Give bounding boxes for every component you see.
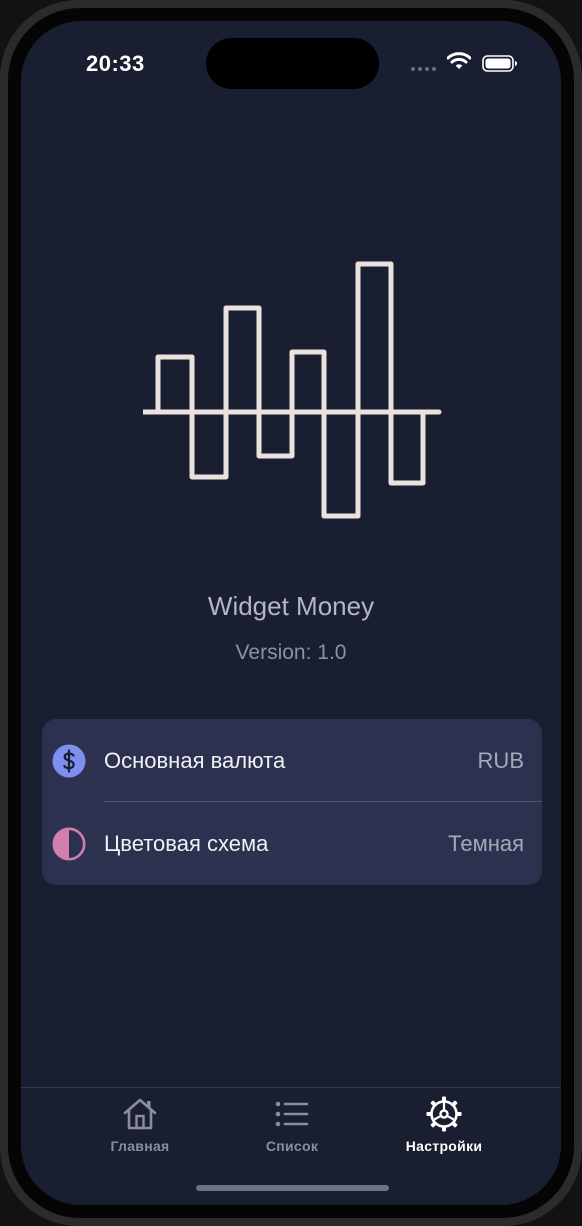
app-name: Widget Money (207, 591, 375, 621)
app-version: Version: 1.0 (235, 641, 347, 664)
settings-row-color-scheme[interactable]: Цветовая схема Темная (42, 802, 542, 885)
settings-row-currency[interactable]: Основная валюта RUB (42, 719, 542, 802)
wifi-icon (447, 52, 471, 69)
tab-list-label: Список (265, 1138, 319, 1154)
bar-wave-logo-icon (143, 261, 442, 519)
half-circle-contrast-icon (52, 827, 86, 861)
phone-frame: 20:33 Widget Money Version: 1.0 Основная… (0, 0, 582, 1226)
home-indicator[interactable] (196, 1185, 389, 1191)
app-screen: 20:33 Widget Money Version: 1.0 Основная… (21, 21, 561, 1205)
battery-icon (482, 55, 517, 72)
gear-icon (426, 1096, 462, 1132)
currency-value: RUB (477, 748, 524, 773)
tab-home[interactable]: Главная (60, 1088, 220, 1168)
currency-label: Основная валюта (104, 748, 286, 773)
cellular-signal-icon (411, 67, 437, 71)
color-scheme-label: Цветовая схема (104, 831, 269, 856)
status-time: 20:33 (86, 51, 145, 76)
list-icon (275, 1101, 309, 1127)
dynamic-island (206, 38, 379, 89)
tab-list[interactable]: Список (212, 1088, 372, 1168)
tab-settings-label: Настройки (405, 1138, 483, 1154)
tab-settings[interactable]: Настройки (364, 1088, 524, 1168)
settings-list: Основная валюта RUB Цветовая схема Темна… (42, 719, 542, 885)
house-icon (123, 1098, 157, 1130)
dollar-icon (52, 744, 86, 778)
tab-home-label: Главная (110, 1138, 170, 1154)
color-scheme-value: Темная (448, 831, 524, 856)
